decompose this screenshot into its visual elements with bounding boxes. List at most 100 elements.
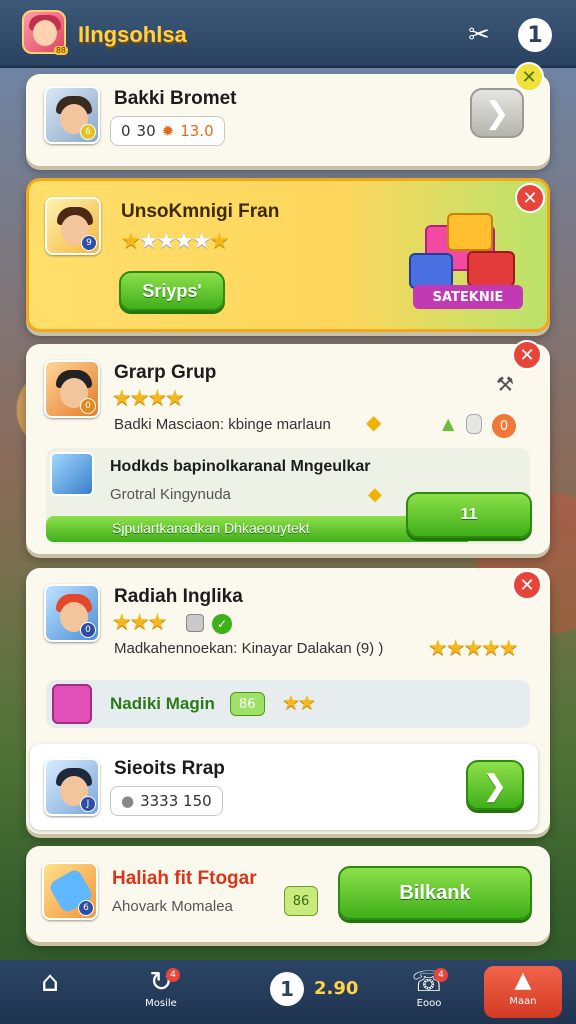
promo-rating: ★★★★★★ [121,229,230,254]
task-title: Hodkds bapinolkaranal Mngeulkar [110,458,371,475]
chevron-right-icon: ❯ [483,769,507,801]
reward-portrait: 6 [42,862,98,920]
chevron-right-icon: ❯ [484,95,510,131]
close-icon: ✕ [519,574,535,596]
reward-title: Haliah fit Ftogar [112,868,257,889]
reward-card[interactable]: 6 Haliah fit Ftogar Ahovark Momalea 86 B… [26,846,550,942]
hammer-icon[interactable]: ⚒ [496,372,514,396]
score-pill: 0 30 ✹ 13.0 [110,116,225,146]
gift-row-stars: ★★ [282,690,316,714]
scissors-icon[interactable]: ✂ [462,18,496,52]
portrait-badge: J [80,796,96,812]
radiah-line: Madkahennoekan: Kinayar Dalakan (9) ) [114,640,383,657]
reward-chip: 86 [284,886,318,916]
check-icon: ✓ [212,614,232,634]
star-icon: ★ [209,229,230,254]
promo-action-button[interactable]: Sriyps' [119,271,225,311]
group-line: Badki Masciaon: kbinge marlaun [114,416,331,433]
egg-icon [466,414,482,434]
friend-value-pill: ● 3333 150 [110,786,223,816]
coin-icon: ● [121,792,135,810]
app-title: Ilngsohlsa [78,22,187,47]
friend-name: Sieoits Rrap [114,758,225,779]
gift-label: SATEKNIE [413,285,523,309]
star-icon: ★★★★ [112,386,185,411]
close-icon: ✕ [521,66,537,88]
nav-chat-dot: 4 [434,968,448,982]
radiah-rating: ★★★ [112,610,167,635]
coin-icon: ◆ [366,410,382,434]
star-icon: ★★ [282,690,316,714]
promo-title: UnsoKmnigi Fran [121,201,280,222]
close-button[interactable]: ✕ [512,340,542,370]
star-icon: ★★★★★ [428,636,519,661]
nav-home[interactable]: ⌂ [30,966,70,998]
player-avatar[interactable]: 88 [22,10,68,55]
reward-claim-button[interactable]: Bilkank [338,866,532,920]
bell-icon: ▲ [514,968,532,993]
flame-icon: ✹ [161,122,175,140]
close-icon: ✕ [519,344,535,366]
player-portrait: 6 [44,86,100,144]
info-button[interactable]: 1 [518,18,552,52]
task-progress-label: Sjpulartkanadkan Dhkaeouytekt [112,520,310,536]
portrait-badge: 6 [80,124,96,140]
lock-icon [186,614,204,632]
nav-primary[interactable]: ▲ Maan [484,966,562,1018]
count-badge: 0 [492,414,516,438]
close-button[interactable]: ✕ [514,62,544,92]
nav-refresh-dot: 4 [166,968,180,982]
portrait-badge: 0 [80,398,96,414]
coin-icon: ◆ [368,484,382,505]
radiah-line-text: Madkahennoekan: Kinayar Dalakan [114,640,352,657]
reward-subtitle: Ahovark Momalea [112,898,233,915]
player-card-bakki[interactable]: 6 Bakki Bromet 0 30 ✹ 13.0 ❯ ✕ [26,62,550,166]
avatar-face [33,20,57,46]
potion-icon: ▲ [442,414,455,433]
portrait-badge: 9 [81,235,97,251]
score-prefix: 0 [121,122,131,140]
gift-row[interactable]: Nadiki Magin 86 ★★ [46,680,530,728]
score-main: 30 [136,122,156,140]
nav-chat-label: Eooo [416,998,442,1009]
group-name: Grarp Grup [114,362,217,383]
group-portrait: 0 [44,360,100,418]
friend-row[interactable]: J Sieoits Rrap ● 3333 150 ❯ [30,744,538,830]
friend-next-button[interactable]: ❯ [466,760,524,810]
close-button[interactable]: ✕ [515,183,545,213]
radiah-name: Radiah Inglika [114,586,243,607]
avatar-tag: 88 [53,46,68,55]
task-action-button[interactable]: 11 [406,492,532,538]
portrait-badge: 0 [80,622,96,638]
gift-row-badge: 86 [230,692,265,716]
close-icon: ✕ [522,187,538,209]
top-bar: 88 Ilngsohlsa ✂ 1 [0,0,576,68]
close-button[interactable]: ✕ [512,570,542,600]
gift-box-icon [52,684,92,724]
radiah-bonus-stars: ★★★★★ [428,636,519,661]
star-empty-icon: ★★★★ [138,229,212,254]
star-icon: ★★★ [112,610,167,635]
nav-score: 2.90 [314,978,359,999]
promo-card[interactable]: 9 UnsoKmnigi Fran ★★★★★★ Sriyps' SATEKNI… [26,178,550,332]
radiah-line-tail: (9) ) [355,640,384,657]
radiah-card[interactable]: 0 Radiah Inglika ★★★ ✓ Madkahennoekan: K… [26,568,550,834]
nav-refresh[interactable]: ↻ Mosile 4 [136,966,186,1009]
portrait-badge: 6 [78,900,94,916]
player-name: Bakki Bromet [114,88,237,109]
nav-primary-label: Maan [509,996,537,1007]
task-band: Hodkds bapinolkaranal Mngeulkar Grotral … [46,448,532,544]
group-card[interactable]: 0 Grarp Grup ★★★★ Badki Masciaon: kbinge… [26,340,550,554]
friend-portrait: J [44,758,100,816]
group-rating: ★★★★ [112,386,185,411]
promo-portrait: 9 [45,197,101,255]
gift-pile-icon: SATEKNIE [407,211,527,315]
nav-refresh-label: Mosile [145,998,177,1009]
nav-chat[interactable]: ☏ Eooo 4 [404,966,454,1009]
score-extra: 13.0 [180,122,214,140]
friend-value: 3333 150 [140,792,212,810]
nav-info-button[interactable]: 1 [270,972,304,1006]
next-button[interactable]: ❯ [470,88,524,138]
radiah-portrait: 0 [44,584,100,642]
home-icon: ⌂ [41,965,59,998]
